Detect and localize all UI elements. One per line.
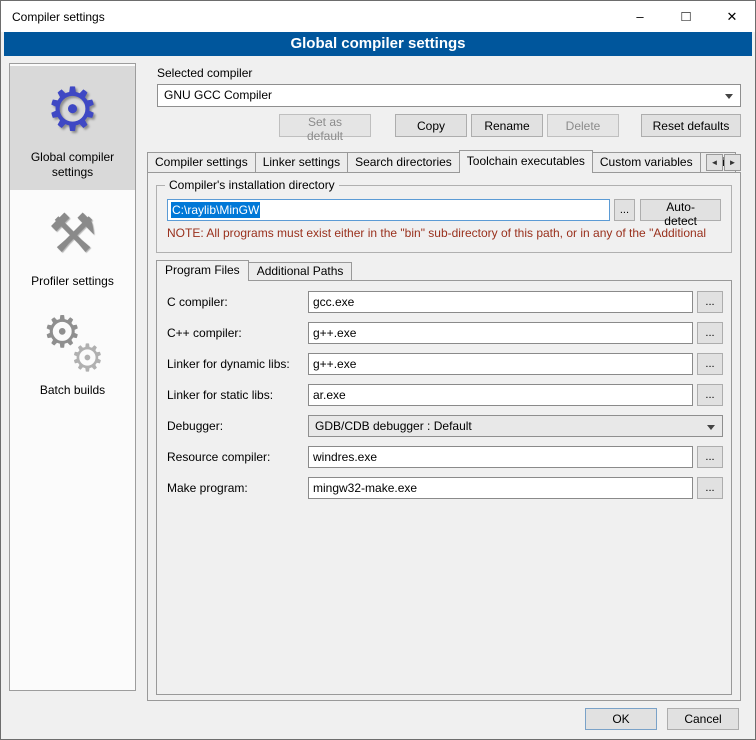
resource-compiler-input[interactable] — [308, 446, 693, 468]
static-linker-input[interactable] — [308, 384, 693, 406]
cpp-compiler-label: C++ compiler: — [167, 326, 308, 340]
dynamic-linker-row: Linker for dynamic libs: ... — [167, 353, 723, 375]
make-program-browse-button[interactable]: ... — [697, 477, 723, 499]
program-tabstrip: Program Files Additional Paths — [156, 260, 732, 281]
delete-button[interactable]: Delete — [547, 114, 619, 137]
c-compiler-row: C compiler: ... — [167, 291, 723, 313]
static-linker-browse-button[interactable]: ... — [697, 384, 723, 406]
chevron-down-icon — [707, 425, 715, 430]
installation-directory-value: C:\raylib\MinGW — [171, 202, 260, 218]
c-compiler-browse-button[interactable]: ... — [697, 291, 723, 313]
cpp-compiler-row: C++ compiler: ... — [167, 322, 723, 344]
toolchain-executables-page: Compiler's installation directory C:\ray… — [147, 172, 741, 701]
tab-custom-variables[interactable]: Custom variables — [592, 152, 701, 173]
debugger-label: Debugger: — [167, 419, 308, 433]
compiler-actions: Set as default Copy Rename Delete Reset … — [157, 114, 741, 137]
installation-directory-group: Compiler's installation directory C:\ray… — [156, 185, 732, 253]
tab-search-directories[interactable]: Search directories — [347, 152, 460, 173]
reset-defaults-button[interactable]: Reset defaults — [641, 114, 741, 137]
main-panel: Selected compiler GNU GCC Compiler Set a… — [147, 63, 743, 703]
resource-compiler-label: Resource compiler: — [167, 450, 308, 464]
sidebar-item-label: Batch builds — [13, 383, 132, 398]
tab-linker-settings[interactable]: Linker settings — [255, 152, 348, 173]
c-compiler-input[interactable] — [308, 291, 693, 313]
tab-toolchain-executables[interactable]: Toolchain executables — [459, 150, 593, 173]
cancel-button[interactable]: Cancel — [667, 708, 739, 730]
dynamic-linker-label: Linker for dynamic libs: — [167, 357, 308, 371]
gears-icon: ⚙ ⚙ — [13, 307, 132, 379]
selected-compiler-value: GNU GCC Compiler — [164, 88, 272, 102]
sidebar-item-label: Profiler settings — [13, 274, 132, 289]
tab-compiler-settings[interactable]: Compiler settings — [147, 152, 256, 173]
static-linker-label: Linker for static libs: — [167, 388, 308, 402]
compiler-settings-window: Compiler settings – □ ✕ Global compiler … — [0, 0, 756, 740]
tab-scroll-buttons: ◄ ► — [705, 154, 741, 171]
installation-directory-input[interactable]: C:\raylib\MinGW — [167, 199, 610, 221]
settings-sidebar: ⚙ Global compiler settings ⚒ Profiler se… — [9, 63, 136, 691]
installation-note: NOTE: All programs must exist either in … — [157, 221, 731, 240]
ok-button[interactable]: OK — [585, 708, 657, 730]
installation-directory-group-label: Compiler's installation directory — [165, 178, 339, 192]
dialog-header: Global compiler settings — [4, 32, 752, 56]
copy-button[interactable]: Copy — [395, 114, 467, 137]
rename-button[interactable]: Rename — [471, 114, 543, 137]
make-program-label: Make program: — [167, 481, 308, 495]
program-files-panel: C compiler: ... C++ compiler: ... Linker… — [156, 280, 732, 695]
debugger-dropdown[interactable]: GDB/CDB debugger : Default — [308, 415, 723, 437]
window-controls: – □ ✕ — [617, 1, 755, 32]
resource-compiler-browse-button[interactable]: ... — [697, 446, 723, 468]
cpp-compiler-input[interactable] — [308, 322, 693, 344]
installation-directory-browse-button[interactable]: ... — [614, 199, 636, 221]
sidebar-item-global-compiler-settings[interactable]: ⚙ Global compiler settings — [10, 66, 135, 190]
auto-detect-button[interactable]: Auto-detect — [640, 199, 721, 221]
hammer-icon: ⚒ — [13, 198, 132, 270]
close-icon[interactable]: ✕ — [709, 1, 755, 32]
chevron-down-icon — [725, 94, 733, 99]
sidebar-item-label: Global compiler settings — [13, 150, 132, 180]
debugger-row: Debugger: GDB/CDB debugger : Default — [167, 415, 723, 437]
sidebar-item-batch-builds[interactable]: ⚙ ⚙ Batch builds — [10, 299, 135, 408]
window-title: Compiler settings — [1, 10, 105, 24]
tab-scroll-left-icon[interactable]: ◄ — [706, 154, 723, 171]
tab-program-files[interactable]: Program Files — [156, 260, 249, 281]
c-compiler-label: C compiler: — [167, 295, 308, 309]
sidebar-item-profiler-settings[interactable]: ⚒ Profiler settings — [10, 190, 135, 299]
titlebar[interactable]: Compiler settings – □ ✕ — [1, 1, 755, 32]
tab-additional-paths[interactable]: Additional Paths — [248, 262, 353, 281]
debugger-value: GDB/CDB debugger : Default — [315, 419, 472, 433]
tab-scroll-right-icon[interactable]: ► — [724, 154, 741, 171]
dynamic-linker-input[interactable] — [308, 353, 693, 375]
maximize-icon[interactable]: □ — [663, 1, 709, 32]
static-linker-row: Linker for static libs: ... — [167, 384, 723, 406]
selected-compiler-label: Selected compiler — [157, 66, 252, 80]
settings-tabstrip: Compiler settings Linker settings Search… — [147, 150, 741, 173]
minimize-icon[interactable]: – — [617, 1, 663, 32]
selected-compiler-dropdown[interactable]: GNU GCC Compiler — [157, 84, 741, 107]
make-program-input[interactable] — [308, 477, 693, 499]
resource-compiler-row: Resource compiler: ... — [167, 446, 723, 468]
make-program-row: Make program: ... — [167, 477, 723, 499]
toolchain-form: C compiler: ... C++ compiler: ... Linker… — [167, 291, 723, 508]
gear-icon: ⚙ — [13, 74, 132, 146]
set-as-default-button[interactable]: Set as default — [279, 114, 371, 137]
cpp-compiler-browse-button[interactable]: ... — [697, 322, 723, 344]
dynamic-linker-browse-button[interactable]: ... — [697, 353, 723, 375]
